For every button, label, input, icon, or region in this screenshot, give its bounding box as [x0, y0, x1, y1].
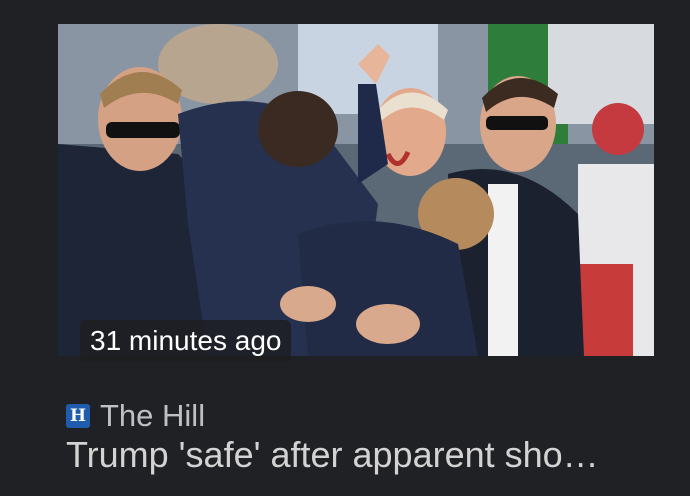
source-name: The Hill — [100, 398, 206, 433]
time-ago-badge: 31 minutes ago — [80, 320, 292, 362]
headline-link[interactable]: Trump 'safe' after apparent sho… — [66, 433, 676, 477]
source-row[interactable]: H The Hill — [66, 398, 205, 434]
source-logo-icon: H — [66, 404, 90, 428]
news-card[interactable]: 31 minutes ago H The Hill Trump 'safe' a… — [0, 0, 690, 496]
news-photo — [58, 24, 654, 356]
news-thumbnail[interactable] — [58, 24, 654, 356]
